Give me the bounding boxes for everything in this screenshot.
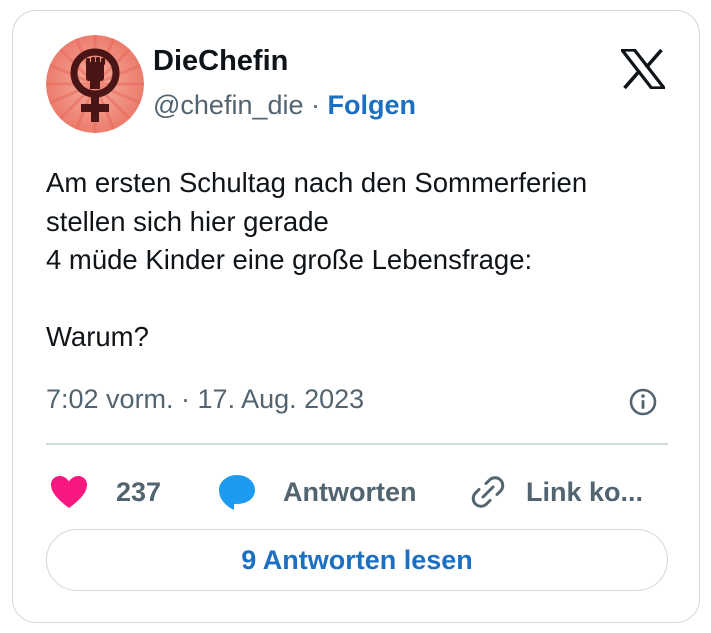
tweet-text-line: Am ersten Schultag nach den Sommerferien — [46, 167, 588, 198]
tweet-text-blank-line — [46, 280, 686, 319]
read-replies-button[interactable]: 9 Antworten lesen — [46, 529, 668, 591]
author-display-name[interactable]: DieChefin — [153, 45, 288, 78]
tweet-text-line: Warum? — [46, 321, 149, 352]
divider — [46, 443, 668, 445]
copy-link-button[interactable]: Link ko... — [471, 469, 643, 515]
info-icon[interactable] — [628, 387, 658, 417]
reply-label: Antworten — [283, 476, 417, 507]
author-handle-row: @chefin_die · Folgen — [153, 90, 416, 121]
link-icon — [471, 476, 505, 508]
tweet-embed-card: DieChefin @chefin_die · Folgen Am ersten… — [12, 10, 700, 623]
like-button[interactable]: 237 — [49, 469, 161, 515]
author-handle[interactable]: @chefin_die — [153, 90, 304, 120]
like-count: 237 — [116, 476, 162, 507]
tweet-timestamp[interactable]: 7:02 vorm. · 17. Aug. 2023 — [46, 384, 364, 415]
follow-button[interactable]: Folgen — [328, 90, 417, 120]
avatar[interactable] — [46, 35, 144, 133]
feminist-fist-symbol-icon — [46, 35, 144, 133]
tweet-text-line: 4 müde Kinder eine große Lebensfrage: — [46, 244, 533, 275]
tweet-text-line: stellen sich hier gerade — [46, 205, 329, 237]
tweet-text: Am ersten Schultag nach den Sommerferien… — [46, 164, 686, 357]
copy-link-label: Link ko... — [526, 476, 644, 507]
separator-dot: · — [311, 90, 321, 120]
reply-button[interactable]: Antworten — [217, 469, 416, 515]
x-logo-icon[interactable] — [618, 48, 668, 90]
speech-bubble-icon — [219, 475, 255, 510]
heart-icon — [51, 476, 87, 508]
